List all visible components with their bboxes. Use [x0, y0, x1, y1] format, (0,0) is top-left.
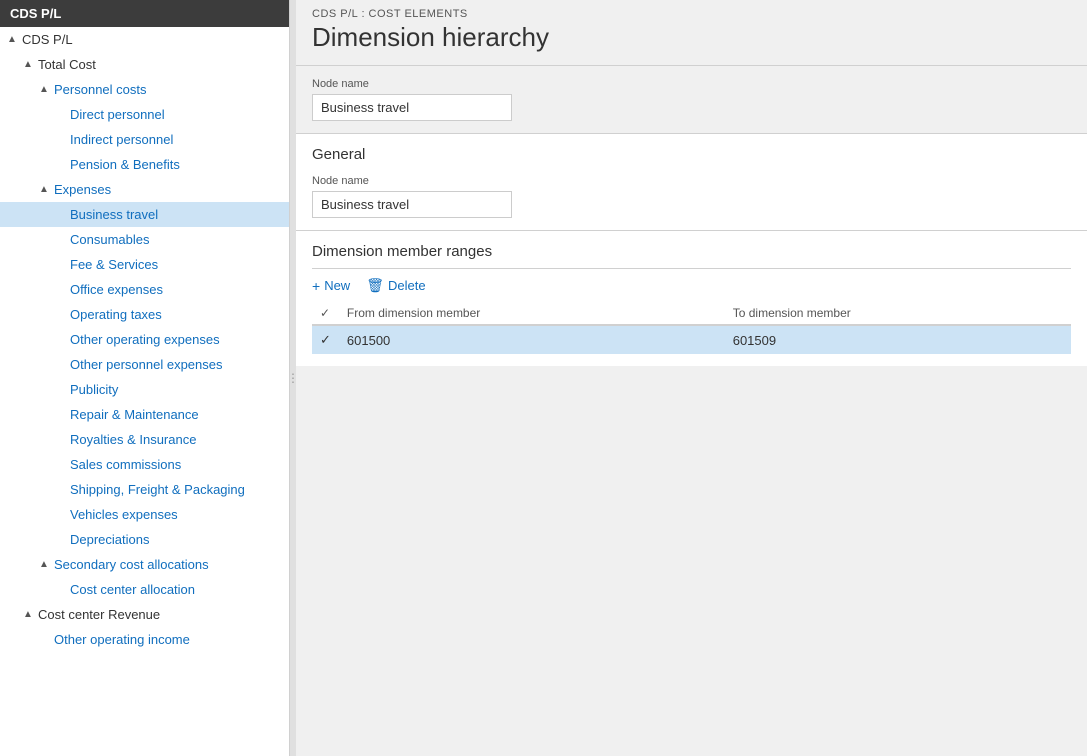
tree-item-label: Secondary cost allocations	[52, 555, 211, 574]
tree-item-label: Other operating income	[52, 630, 192, 649]
checkmark-icon: ✓	[320, 332, 331, 347]
sidebar-item-total-cost: ▲Total Cost	[0, 52, 289, 77]
sidebar-item-cost-center-allocation[interactable]: Cost center allocation	[0, 577, 289, 602]
table-row[interactable]: ✓ 601500601509	[312, 325, 1071, 354]
sidebar-item-fee-services[interactable]: Fee & Services	[0, 252, 289, 277]
sidebar-item-indirect-personnel[interactable]: Indirect personnel	[0, 127, 289, 152]
top-node-name-input[interactable]	[312, 94, 512, 121]
tree-item-label: Shipping, Freight & Packaging	[68, 480, 247, 499]
tree-item-label: Indirect personnel	[68, 130, 175, 149]
general-node-name-label: Node name	[312, 175, 1071, 187]
tree-item-label: Repair & Maintenance	[68, 405, 201, 424]
sidebar-item-business-travel[interactable]: Business travel	[0, 202, 289, 227]
tree-item-label: Other operating expenses	[68, 330, 222, 349]
tree-item-label: Direct personnel	[68, 105, 167, 124]
main-content: CDS P/L : COST ELEMENTS Dimension hierar…	[296, 0, 1087, 756]
tree-item-label: Pension & Benefits	[68, 155, 182, 174]
sidebar-header: CDS P/L	[0, 0, 289, 27]
tree-toggle-icon: ▲	[36, 184, 52, 195]
tree-item-label: Personnel costs	[52, 80, 149, 99]
tree-item-label: Publicity	[68, 380, 120, 399]
tree-item-label: Cost center Revenue	[36, 605, 162, 624]
dimension-member-ranges-title: Dimension member ranges	[312, 243, 1071, 269]
from-column-header: From dimension member	[339, 302, 725, 325]
tree-item-label: Fee & Services	[68, 255, 160, 274]
tree-item-label: Depreciations	[68, 530, 152, 549]
general-title: General	[312, 146, 1071, 163]
tree-item-label: Cost center allocation	[68, 580, 197, 599]
sidebar-item-pension-benefits[interactable]: Pension & Benefits	[0, 152, 289, 177]
sidebar-item-other-personnel[interactable]: Other personnel expenses	[0, 352, 289, 377]
sidebar-item-sales-commissions[interactable]: Sales commissions	[0, 452, 289, 477]
tree-toggle-icon: ▲	[20, 609, 36, 620]
sidebar-item-consumables[interactable]: Consumables	[0, 227, 289, 252]
tree-item-label: Expenses	[52, 180, 113, 199]
new-label: New	[324, 278, 350, 293]
new-button[interactable]: + New	[312, 278, 350, 294]
tree-item-label: Other personnel expenses	[68, 355, 224, 374]
tree-item-label: Total Cost	[36, 55, 98, 74]
general-section: General Node name	[296, 134, 1087, 231]
sidebar-item-royalties-insurance[interactable]: Royalties & Insurance	[0, 427, 289, 452]
sidebar-item-direct-personnel[interactable]: Direct personnel	[0, 102, 289, 127]
tree-item-label: Office expenses	[68, 280, 165, 299]
sidebar-item-other-operating-income[interactable]: Other operating income	[0, 627, 289, 652]
sidebar-item-operating-taxes[interactable]: Operating taxes	[0, 302, 289, 327]
tree-item-label: Vehicles expenses	[68, 505, 180, 524]
top-node-name-label: Node name	[312, 78, 1071, 90]
sidebar-item-expenses[interactable]: ▲Expenses	[0, 177, 289, 202]
tree-toggle-icon: ▲	[36, 84, 52, 95]
tree: ▲CDS P/L▲Total Cost▲Personnel costsDirec…	[0, 27, 289, 652]
tree-item-label: Consumables	[68, 230, 152, 249]
delete-button[interactable]: 🗑 Delete	[366, 277, 425, 294]
delete-label: Delete	[388, 278, 426, 293]
to-dimension-member: 601509	[725, 325, 1071, 354]
delete-icon: 🗑	[366, 277, 384, 294]
to-column-header: To dimension member	[725, 302, 1071, 325]
breadcrumb: CDS P/L : COST ELEMENTS	[296, 0, 1087, 22]
sidebar-item-secondary-cost[interactable]: ▲Secondary cost allocations	[0, 552, 289, 577]
tree-item-label: Sales commissions	[68, 455, 183, 474]
plus-icon: +	[312, 278, 320, 294]
tree-item-label: Operating taxes	[68, 305, 164, 324]
toolbar: + New 🗑 Delete	[312, 277, 1071, 294]
sidebar-item-cost-center-revenue: ▲Cost center Revenue	[0, 602, 289, 627]
sidebar-item-depreciations[interactable]: Depreciations	[0, 527, 289, 552]
tree-item-label: CDS P/L	[20, 30, 75, 49]
tree-toggle-icon: ▲	[4, 34, 20, 45]
general-node-name-input[interactable]	[312, 191, 512, 218]
sidebar: CDS P/L ▲CDS P/L▲Total Cost▲Personnel co…	[0, 0, 290, 756]
sidebar-item-other-operating[interactable]: Other operating expenses	[0, 327, 289, 352]
sidebar-item-repair-maintenance[interactable]: Repair & Maintenance	[0, 402, 289, 427]
top-node-name-section: Node name	[296, 66, 1087, 134]
dimension-member-ranges-section: Dimension member ranges + New 🗑 Delete ✓…	[296, 231, 1087, 366]
page-title: Dimension hierarchy	[296, 22, 1087, 66]
check-column-header: ✓	[312, 302, 339, 325]
sidebar-item-shipping[interactable]: Shipping, Freight & Packaging	[0, 477, 289, 502]
row-check: ✓	[312, 325, 339, 354]
sidebar-item-vehicles[interactable]: Vehicles expenses	[0, 502, 289, 527]
sidebar-item-office-expenses[interactable]: Office expenses	[0, 277, 289, 302]
tree-item-label: Royalties & Insurance	[68, 430, 198, 449]
dimension-member-table: ✓ From dimension member To dimension mem…	[312, 302, 1071, 354]
sidebar-item-cds-pl: ▲CDS P/L	[0, 27, 289, 52]
tree-item-label: Business travel	[68, 205, 160, 224]
sidebar-item-publicity[interactable]: Publicity	[0, 377, 289, 402]
from-dimension-member: 601500	[339, 325, 725, 354]
tree-toggle-icon: ▲	[36, 559, 52, 570]
sidebar-item-personnel-costs[interactable]: ▲Personnel costs	[0, 77, 289, 102]
tree-toggle-icon: ▲	[20, 59, 36, 70]
